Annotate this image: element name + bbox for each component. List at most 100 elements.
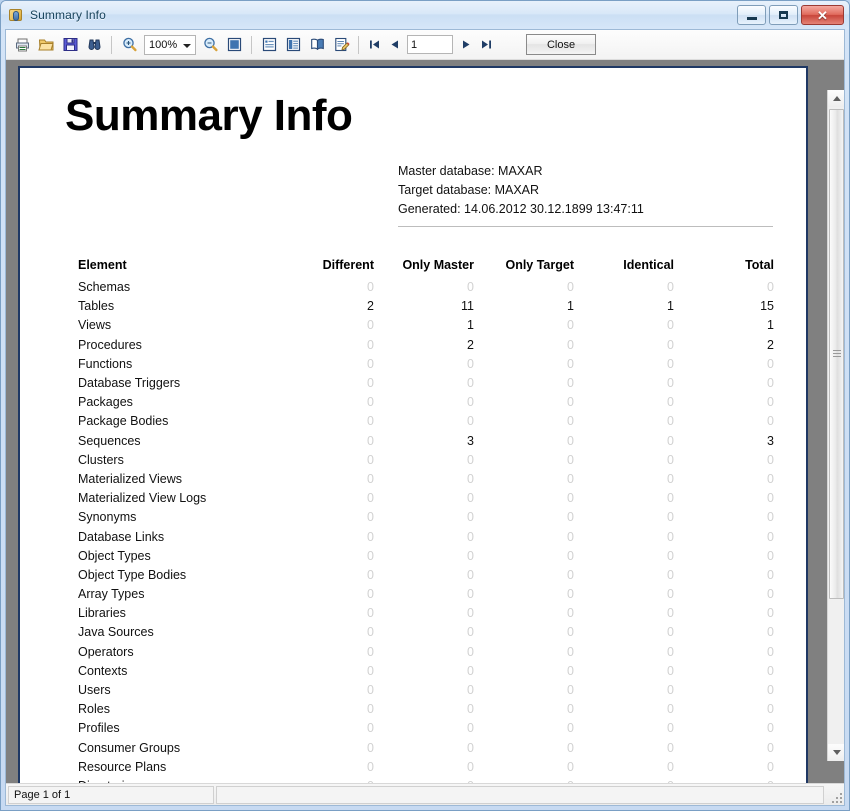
- find-binoculars-icon[interactable]: [83, 34, 105, 56]
- cell-only-master: 0: [378, 489, 478, 508]
- whole-page-icon[interactable]: [223, 34, 245, 56]
- cell-element: Java Sources: [78, 623, 278, 642]
- cell-element: Database Triggers: [78, 374, 278, 393]
- cell-element: Object Types: [78, 547, 278, 566]
- print-icon[interactable]: [11, 34, 33, 56]
- cell-identical: 0: [578, 700, 678, 719]
- cell-element: Synonyms: [78, 508, 278, 527]
- cell-identical: 0: [578, 547, 678, 566]
- cell-only-target: 0: [478, 719, 578, 738]
- cell-total: 0: [678, 547, 778, 566]
- generated-line: Generated: 14.06.2012 30.12.1899 13:47:1…: [398, 200, 776, 219]
- table-row: Materialized Views00000: [78, 470, 778, 489]
- zoom-level-combo[interactable]: 100%: [144, 35, 196, 55]
- cell-only-master: 0: [378, 393, 478, 412]
- next-page-icon[interactable]: [456, 34, 476, 56]
- cell-element: Array Types: [78, 585, 278, 604]
- table-row: Contexts00000: [78, 662, 778, 681]
- cell-different: 0: [278, 316, 378, 335]
- multi-page-icon[interactable]: [282, 34, 304, 56]
- status-bar: Page 1 of 1: [6, 783, 844, 805]
- cell-element: Materialized Views: [78, 470, 278, 489]
- last-page-icon[interactable]: [476, 34, 496, 56]
- cell-only-target: 0: [478, 566, 578, 585]
- table-row: Libraries00000: [78, 604, 778, 623]
- cell-only-target: 0: [478, 412, 578, 431]
- cell-only-master: 0: [378, 451, 478, 470]
- target-database-line: Target database: MAXAR: [398, 181, 776, 200]
- cell-only-master: 0: [378, 278, 478, 297]
- scroll-down-icon[interactable]: [828, 744, 844, 761]
- table-row: Java Sources00000: [78, 623, 778, 642]
- close-window-button[interactable]: ✕: [801, 5, 844, 25]
- cell-different: 2: [278, 297, 378, 316]
- cell-only-target: 0: [478, 355, 578, 374]
- cell-only-master: 0: [378, 643, 478, 662]
- cell-total: 1: [678, 316, 778, 335]
- vertical-scrollbar-thumb[interactable]: [829, 109, 844, 599]
- minimize-button[interactable]: [737, 5, 766, 25]
- scroll-up-icon[interactable]: [828, 90, 844, 107]
- cell-identical: 0: [578, 278, 678, 297]
- cell-only-target: 0: [478, 374, 578, 393]
- window-title: Summary Info: [30, 8, 106, 22]
- cell-identical: 0: [578, 623, 678, 642]
- zoom-level-value: 100%: [149, 39, 177, 51]
- open-folder-icon[interactable]: [35, 34, 57, 56]
- cell-only-master: 0: [378, 470, 478, 489]
- cell-only-master: 1: [378, 316, 478, 335]
- cell-only-master: 0: [378, 412, 478, 431]
- vertical-scrollbar[interactable]: [827, 90, 844, 761]
- cell-element: Contexts: [78, 662, 278, 681]
- cell-total: 0: [678, 739, 778, 758]
- cell-total: 3: [678, 432, 778, 451]
- cell-different: 0: [278, 278, 378, 297]
- cell-different: 0: [278, 623, 378, 642]
- zoom-out-icon[interactable]: [199, 34, 221, 56]
- cell-only-target: 0: [478, 432, 578, 451]
- column-header-different: Different: [278, 258, 378, 278]
- facing-pages-icon[interactable]: [306, 34, 328, 56]
- first-page-icon[interactable]: [364, 34, 384, 56]
- cell-only-master: 0: [378, 681, 478, 700]
- meta-divider: [398, 226, 773, 227]
- table-header-row: Element Different Only Master Only Targe…: [78, 258, 778, 278]
- cell-element: Procedures: [78, 336, 278, 355]
- summary-table-body: Schemas00000Tables2111115Views01001Proce…: [78, 278, 778, 783]
- maximize-button[interactable]: [769, 5, 798, 25]
- toolbar-separator-3: [358, 36, 359, 54]
- save-icon[interactable]: [59, 34, 81, 56]
- table-row: Database Triggers00000: [78, 374, 778, 393]
- table-row: Operators00000: [78, 643, 778, 662]
- cell-only-target: 0: [478, 393, 578, 412]
- table-row: Resource Plans00000: [78, 758, 778, 777]
- cell-element: Sequences: [78, 432, 278, 451]
- cell-only-target: 0: [478, 527, 578, 546]
- close-preview-button[interactable]: Close: [526, 34, 596, 55]
- edit-report-icon[interactable]: [330, 34, 352, 56]
- cell-element: Schemas: [78, 278, 278, 297]
- cell-different: 0: [278, 470, 378, 489]
- cell-identical: 0: [578, 566, 678, 585]
- page-number-input[interactable]: [407, 35, 453, 54]
- cell-identical: 0: [578, 662, 678, 681]
- preview-toolbar: 100%: [6, 30, 844, 60]
- cell-different: 0: [278, 547, 378, 566]
- zoom-in-icon[interactable]: [118, 34, 140, 56]
- cell-identical: 0: [578, 355, 678, 374]
- single-page-icon[interactable]: [258, 34, 280, 56]
- cell-only-master: 0: [378, 662, 478, 681]
- cell-only-master: 0: [378, 758, 478, 777]
- table-row: Users00000: [78, 681, 778, 700]
- print-preview-area: Summary Info Master database: MAXAR Targ…: [6, 60, 844, 783]
- cell-element: Operators: [78, 643, 278, 662]
- table-row: Packages00000: [78, 393, 778, 412]
- cell-different: 0: [278, 432, 378, 451]
- cell-total: 0: [678, 393, 778, 412]
- prev-page-icon[interactable]: [384, 34, 404, 56]
- cell-identical: 0: [578, 374, 678, 393]
- cell-identical: 0: [578, 451, 678, 470]
- maximize-icon: [779, 11, 788, 19]
- resize-grip-icon[interactable]: [828, 789, 842, 803]
- table-row: Profiles00000: [78, 719, 778, 738]
